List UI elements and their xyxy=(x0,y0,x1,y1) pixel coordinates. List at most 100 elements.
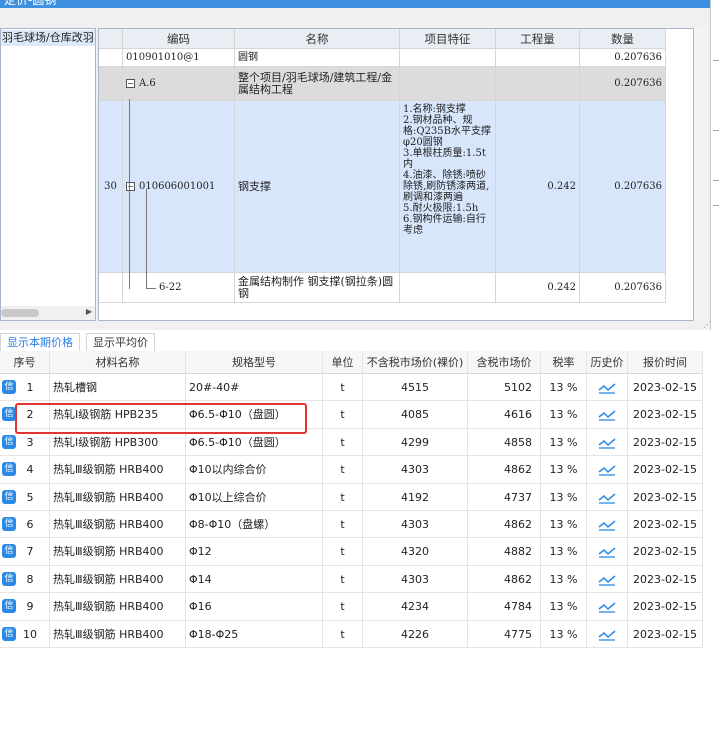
row-feature xyxy=(400,273,496,303)
row-code: − A.6 xyxy=(123,67,235,101)
trend-chart-icon[interactable] xyxy=(598,601,616,613)
credit-badge-icon[interactable]: 信 xyxy=(2,517,16,531)
credit-badge-icon[interactable]: 信 xyxy=(2,434,16,449)
header-quote-date[interactable]: 报价时间 xyxy=(628,351,703,374)
credit-badge-icon[interactable]: 信 xyxy=(2,380,16,394)
row-no-cell: 信 10 xyxy=(0,620,50,648)
row-no: 7 xyxy=(26,545,34,559)
table-row[interactable]: 信 7 热轧Ⅲ级钢筋 HRB400 Φ12 t 4320 4882 13 % 2023-02-1… xyxy=(0,538,703,566)
table-header-row: 序号 材料名称 规格型号 单位 不含税市场价(裸价) 含税市场价 税率 历史价 … xyxy=(0,351,703,374)
grid-header-amount[interactable]: 数量 xyxy=(580,29,666,49)
row-unit: t xyxy=(323,428,363,457)
header-tax-rate[interactable]: 税率 xyxy=(541,351,587,374)
credit-badge-icon[interactable]: 信 xyxy=(2,462,16,477)
tab-average-price[interactable]: 显示平均价 xyxy=(86,333,155,351)
credit-badge-icon[interactable]: 信 xyxy=(2,626,16,641)
row-spec: Φ16 xyxy=(186,593,323,621)
grid-header-feature[interactable]: 项目特征 xyxy=(400,29,496,49)
row-price-in-tax: 4775 xyxy=(468,620,541,648)
trend-chart-icon[interactable] xyxy=(598,519,616,531)
tree-node-selected[interactable]: 羽毛球场/仓库改羽 xyxy=(1,30,95,46)
header-price-ex-tax[interactable]: 不含税市场价(裸价) xyxy=(363,351,468,374)
table-row[interactable]: 信 3 热轧Ⅰ级钢筋 HPB300 Φ6.5-Φ10（盘圆） t 4299 4858 13 %… xyxy=(0,428,703,457)
table-row[interactable]: 信 2 热轧Ⅰ级钢筋 HPB235 Φ6.5-Φ10（盘圆） t 4085 4616 13 %… xyxy=(0,401,703,429)
header-material-name[interactable]: 材料名称 xyxy=(50,351,186,374)
trend-chart-icon[interactable] xyxy=(598,409,616,422)
row-tax-rate: 13 % xyxy=(541,511,587,539)
table-row[interactable]: 信 1 热轧槽钢 20#-40# t 4515 5102 13 % 2023-02-15 xyxy=(0,374,703,402)
row-no: 1 xyxy=(26,381,34,394)
row-spec: Φ18-Φ25 xyxy=(186,620,323,648)
row-quote-date: 2023-02-15 xyxy=(628,565,703,594)
table-row[interactable] xyxy=(99,49,123,67)
credit-badge-icon[interactable]: 信 xyxy=(2,571,16,586)
resize-grip-icon[interactable]: ⋰ xyxy=(703,320,711,329)
collapse-icon[interactable]: − xyxy=(126,182,135,191)
table-row[interactable]: 信 5 热轧Ⅲ级钢筋 HRB400 Φ10以上综合价 t 4192 4737 13 % 2023… xyxy=(0,483,703,511)
table-row[interactable] xyxy=(99,67,123,101)
history-cell xyxy=(587,428,628,457)
table-row[interactable]: 信 10 热轧Ⅲ级钢筋 HRB400 Φ18-Φ25 t 4226 4775 13 % 2023… xyxy=(0,620,703,648)
history-cell xyxy=(587,565,628,594)
row-unit: t xyxy=(323,374,363,402)
table-row[interactable]: 信 8 热轧Ⅲ级钢筋 HRB400 Φ14 t 4303 4862 13 % 2023-02-1… xyxy=(0,565,703,594)
row-material-name: 热轧Ⅲ级钢筋 HRB400 xyxy=(50,593,186,621)
row-quote-date: 2023-02-15 xyxy=(628,456,703,484)
row-no-cell: 信8 xyxy=(0,565,50,594)
row-tax-rate: 13 % xyxy=(541,428,587,457)
history-cell xyxy=(587,374,628,402)
tab-current-price[interactable]: 显示本期价格 xyxy=(0,333,80,351)
quota-dialog: 定价-圆钢 羽毛球场/仓库改羽 ▶ 编码 名称 项目特征 工程量 数量 0109… xyxy=(0,0,719,330)
row-name: 整个项目/羽毛球场/建筑工程/金属结构工程 xyxy=(235,67,400,101)
table-row[interactable]: 信 9 热轧Ⅲ级钢筋 HRB400 Φ16 t 4234 4784 13 % 2023-02-1… xyxy=(0,593,703,621)
header-spec[interactable]: 规格型号 xyxy=(186,351,323,374)
credit-badge-icon[interactable]: 信 xyxy=(2,599,16,614)
row-seq[interactable]: 30 xyxy=(99,101,123,273)
table-row[interactable]: 信 4 热轧Ⅲ级钢筋 HRB400 Φ10以内综合价 t 4303 4862 13 % 2023… xyxy=(0,456,703,484)
tree-connector xyxy=(129,99,130,289)
grid-vertical-scrollbar[interactable] xyxy=(694,28,708,321)
grid-header-name[interactable]: 名称 xyxy=(235,29,400,49)
row-no-cell: 信2 xyxy=(0,401,50,429)
row-unit: t xyxy=(323,456,363,484)
scroll-thumb[interactable] xyxy=(1,309,39,317)
row-unit: t xyxy=(323,401,363,429)
row-quote-date: 2023-02-15 xyxy=(628,483,703,511)
row-no: 6 xyxy=(26,518,34,531)
trend-chart-icon[interactable] xyxy=(598,464,616,476)
trend-chart-icon[interactable] xyxy=(598,574,616,586)
row-tax-rate: 13 % xyxy=(541,401,587,429)
credit-badge-icon[interactable]: 信 xyxy=(2,489,16,504)
header-unit[interactable]: 单位 xyxy=(323,351,363,374)
scroll-right-arrow-icon[interactable]: ▶ xyxy=(86,307,92,316)
row-price-ex-tax: 4515 xyxy=(363,374,468,402)
dialog-title-bar[interactable]: 定价-圆钢 xyxy=(0,0,719,8)
row-price-ex-tax: 4085 xyxy=(363,401,468,429)
trend-chart-icon[interactable] xyxy=(598,382,616,394)
table-row[interactable] xyxy=(99,273,123,303)
trend-chart-icon[interactable] xyxy=(598,546,616,559)
row-qty xyxy=(496,49,580,67)
collapse-icon[interactable]: − xyxy=(126,79,135,88)
table-row[interactable]: 信 6 热轧Ⅲ级钢筋 HRB400 Φ8-Φ10（盘螺） t 4303 4862 13 % 20… xyxy=(0,511,703,539)
tree-horizontal-scrollbar[interactable]: ▶ xyxy=(1,306,95,320)
trend-chart-icon[interactable] xyxy=(598,629,616,641)
row-no: 4 xyxy=(26,463,34,477)
row-material-name: 热轧槽钢 xyxy=(50,374,186,402)
grid-header-qty[interactable]: 工程量 xyxy=(496,29,580,49)
row-unit: t xyxy=(323,538,363,566)
header-price-in-tax[interactable]: 含税市场价 xyxy=(468,351,541,374)
credit-badge-icon[interactable]: 信 xyxy=(2,407,16,422)
row-price-in-tax: 4784 xyxy=(468,593,541,621)
credit-badge-icon[interactable]: 信 xyxy=(2,544,16,559)
header-history[interactable]: 历史价 xyxy=(587,351,628,374)
header-no[interactable]: 序号 xyxy=(0,351,50,374)
trend-chart-icon[interactable] xyxy=(598,437,616,449)
row-unit: t xyxy=(323,620,363,648)
edge-tick xyxy=(713,130,719,131)
trend-chart-icon[interactable] xyxy=(598,492,616,504)
history-cell xyxy=(587,401,628,429)
row-price-in-tax: 4862 xyxy=(468,565,541,594)
row-material-name: 热轧Ⅲ级钢筋 HRB400 xyxy=(50,538,186,566)
grid-header-code[interactable]: 编码 xyxy=(123,29,235,49)
